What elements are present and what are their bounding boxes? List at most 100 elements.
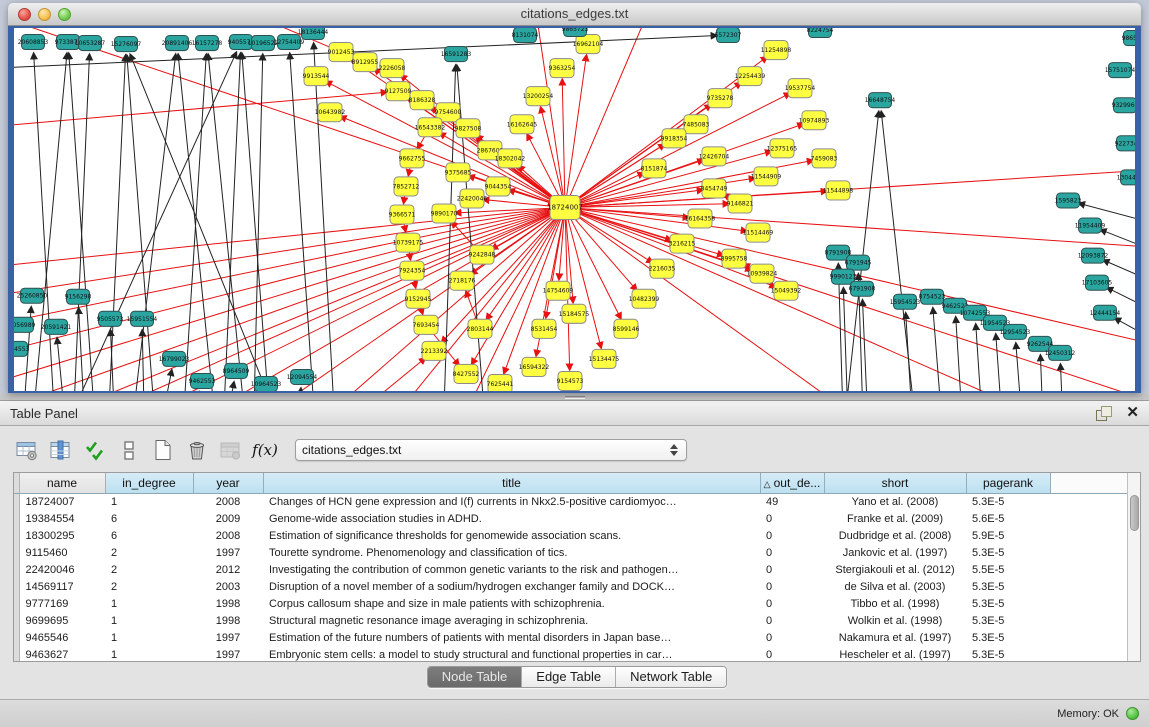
function-builder-icon[interactable]: f(x) bbox=[251, 437, 279, 463]
graph-edge[interactable] bbox=[933, 308, 944, 391]
graph-edge[interactable] bbox=[164, 370, 172, 391]
minimize-window-button[interactable] bbox=[38, 8, 51, 21]
table-scrollbar[interactable] bbox=[1127, 473, 1140, 661]
graph-edge[interactable] bbox=[69, 53, 94, 391]
graph-edge[interactable] bbox=[134, 54, 176, 391]
graph-edge[interactable] bbox=[534, 28, 564, 199]
table-select-dropdown[interactable]: citations_edges.txt bbox=[295, 439, 687, 461]
graph-edge[interactable] bbox=[409, 252, 410, 260]
delete-rows-icon[interactable] bbox=[183, 437, 211, 463]
select-all-rows-icon[interactable] bbox=[81, 437, 109, 463]
graph-edge[interactable] bbox=[1115, 318, 1135, 351]
close-panel-icon[interactable]: ✕ bbox=[1126, 406, 1139, 420]
graph-node-label: 20608853 bbox=[18, 39, 49, 46]
graph-node-label: 6791945 bbox=[845, 260, 872, 267]
graph-edge[interactable] bbox=[573, 124, 803, 205]
table-row[interactable]: 1872400712008Changes of HCN gene express… bbox=[14, 493, 1129, 510]
graph-edge[interactable] bbox=[299, 388, 301, 391]
graph-edge[interactable] bbox=[569, 216, 621, 319]
row-filler bbox=[1050, 493, 1129, 510]
graph-edge[interactable] bbox=[1016, 343, 1024, 391]
graph-edge[interactable] bbox=[404, 223, 406, 231]
graph-edge[interactable] bbox=[314, 358, 425, 391]
graph-node-label: 15134475 bbox=[589, 356, 620, 363]
graph-node-label: 15276097 bbox=[111, 41, 142, 48]
graph-edge[interactable] bbox=[996, 334, 1004, 391]
graph-edge[interactable] bbox=[254, 54, 263, 391]
graph-edge[interactable] bbox=[567, 216, 601, 348]
graph-edge[interactable] bbox=[1060, 364, 1064, 391]
graph-edge[interactable] bbox=[142, 330, 144, 391]
graph-edge[interactable] bbox=[404, 195, 405, 203]
scrollbar-thumb[interactable] bbox=[1130, 495, 1139, 531]
graph-node-label: 8599146 bbox=[613, 326, 640, 333]
graph-edge[interactable] bbox=[843, 288, 849, 391]
graph-node-label: 22420046 bbox=[457, 195, 488, 202]
column-header-title[interactable]: title bbox=[263, 473, 760, 493]
graph-node-label: 15951554 bbox=[127, 316, 158, 323]
table-settings-icon[interactable] bbox=[13, 437, 41, 463]
column-header-out_degree[interactable]: △out_de... bbox=[760, 473, 824, 493]
graph-edge[interactable] bbox=[562, 79, 565, 198]
table-row[interactable]: 2242004622012Investigating the contribut… bbox=[14, 561, 1129, 578]
graph-edge[interactable] bbox=[575, 211, 1135, 391]
float-panel-icon[interactable] bbox=[1096, 406, 1112, 420]
graph-edge[interactable] bbox=[130, 54, 274, 391]
graph-edge[interactable] bbox=[1040, 355, 1044, 391]
table-row[interactable]: 946362711997Embryonic stem cells: a mode… bbox=[14, 646, 1129, 662]
graph-edge[interactable] bbox=[224, 53, 240, 391]
table-row[interactable]: 1938455462009Genome-wide association stu… bbox=[14, 510, 1129, 527]
new-table-icon[interactable] bbox=[149, 437, 177, 463]
deselect-all-icon[interactable] bbox=[115, 437, 143, 463]
graph-edge[interactable] bbox=[573, 212, 653, 262]
graph-edge[interactable] bbox=[408, 167, 410, 175]
table-row[interactable]: 946554611997Estimation of the future num… bbox=[14, 629, 1129, 646]
graph-edge[interactable] bbox=[79, 308, 84, 391]
graph-edge[interactable] bbox=[109, 55, 125, 391]
column-chooser-icon[interactable] bbox=[47, 437, 75, 463]
network-canvas[interactable]: 1872400790124538912955222605891275098186… bbox=[14, 28, 1135, 391]
graph-edge[interactable] bbox=[290, 53, 314, 391]
cell-short: Stergiakouli et al. (2012) bbox=[824, 561, 966, 578]
zoom-window-button[interactable] bbox=[58, 8, 71, 21]
cell-year: 1998 bbox=[193, 595, 263, 612]
cell-year: 1997 bbox=[193, 544, 263, 561]
tab-edge-table[interactable]: Edge Table bbox=[522, 667, 616, 687]
table-row[interactable]: 1830029562008Estimation of significance … bbox=[14, 527, 1129, 544]
network-window: citations_edges.txt 18724007901245389129… bbox=[8, 3, 1141, 393]
cell-title: Estimation of the future numbers of pati… bbox=[263, 629, 760, 646]
close-window-button[interactable] bbox=[18, 8, 31, 21]
graph-edge[interactable] bbox=[74, 52, 236, 391]
graph-node-label: 20891406 bbox=[162, 40, 193, 47]
graph-edge[interactable] bbox=[14, 209, 556, 329]
graph-node-label: 9754600 bbox=[435, 109, 462, 116]
column-header-year[interactable]: year bbox=[193, 473, 263, 493]
tab-network-table[interactable]: Network Table bbox=[616, 667, 726, 687]
graph-edge[interactable] bbox=[57, 338, 64, 391]
graph-edge[interactable] bbox=[486, 215, 560, 320]
graph-node-label: 9154573 bbox=[557, 378, 584, 385]
tab-node-table[interactable]: Node Table bbox=[428, 667, 523, 687]
graph-node-label: 13044554 bbox=[1117, 174, 1135, 181]
graph-edge[interactable] bbox=[229, 382, 234, 391]
graph-edge[interactable] bbox=[976, 324, 984, 391]
panel-splitter[interactable] bbox=[0, 394, 1149, 401]
graph-edge[interactable] bbox=[906, 313, 914, 391]
table-row[interactable]: 977716911998Corpus callosum shape and si… bbox=[14, 595, 1129, 612]
graph-edge[interactable] bbox=[314, 43, 334, 391]
column-header-name[interactable]: name bbox=[19, 473, 105, 493]
table-row[interactable]: 911546021997Tourette syndrome. Phenomeno… bbox=[14, 544, 1129, 561]
table-tabbar: Node TableEdge TableNetwork Table bbox=[13, 662, 1141, 692]
graph-edge[interactable] bbox=[574, 209, 747, 231]
graph-node-label: 15751074 bbox=[1105, 67, 1135, 74]
graph-node-label: 8995758 bbox=[721, 256, 748, 263]
table-row[interactable]: 969969511998Structural magnetic resonanc… bbox=[14, 612, 1129, 629]
column-header-in_degree[interactable]: in_degree bbox=[105, 473, 193, 493]
column-header-pagerank[interactable]: pagerank bbox=[966, 473, 1050, 493]
table-row[interactable]: 1456911722003Disruption of a novel membe… bbox=[14, 578, 1129, 595]
graph-edge[interactable] bbox=[862, 300, 869, 391]
network-graph[interactable]: 1872400790124538912955222605891275098186… bbox=[14, 28, 1135, 391]
graph-edge[interactable] bbox=[74, 54, 90, 391]
column-header-short[interactable]: short bbox=[824, 473, 966, 493]
delete-table-icon[interactable] bbox=[217, 437, 245, 463]
